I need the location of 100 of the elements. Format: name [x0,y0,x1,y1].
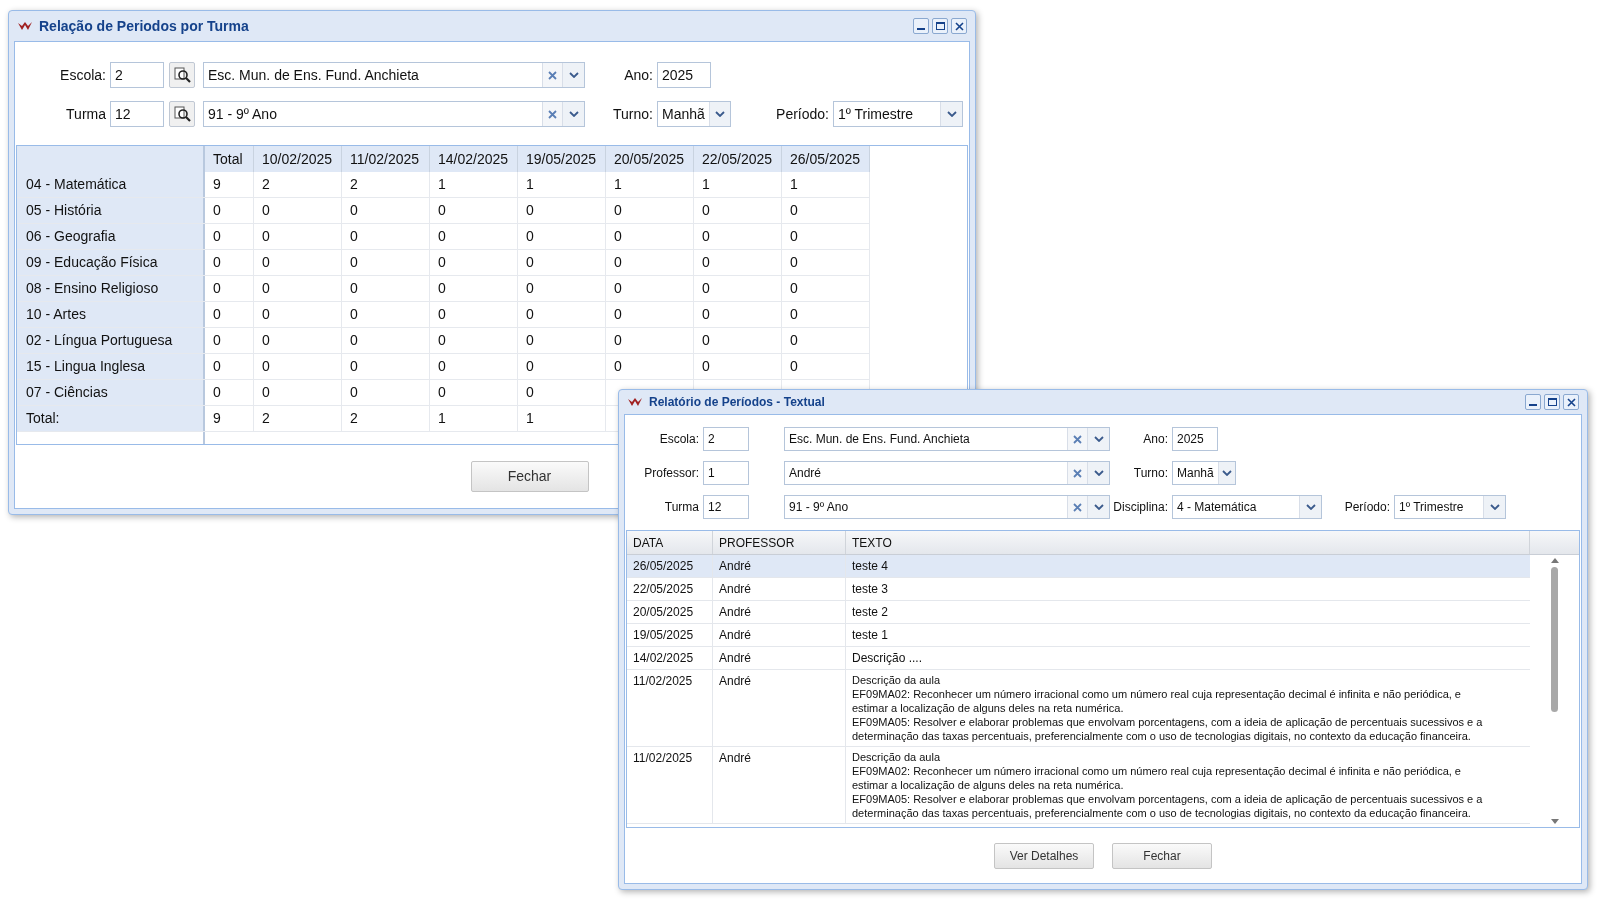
close-button[interactable] [951,18,967,34]
select-box[interactable]: 1º Trimestre [1394,495,1506,519]
table-cell: 2 [342,172,430,197]
text-line: teste 4 [852,558,890,574]
caret-down-icon [946,111,957,117]
table-row[interactable] [627,670,1530,747]
close-icon [1566,397,1576,407]
field-label: Ano: [623,65,654,85]
table-cell: 0 [205,250,254,275]
minimize-button[interactable] [913,18,929,34]
combo-box[interactable]: 91 - 9º Ano [784,495,1110,519]
text-field[interactable]: 12 [110,101,164,127]
caret-down-icon [568,111,579,117]
table-cell: 0 [518,354,606,379]
table-cell: 0 [694,276,782,301]
dialog-button[interactable]: Ver Detalhes [994,842,1094,869]
caret-down-icon [1305,504,1316,510]
table-cell: 0 [606,354,694,379]
combo-box[interactable]: André [784,461,1110,485]
table-cell: André [713,670,846,746]
table-cell: 0 [342,224,430,249]
text-field[interactable]: 1 [703,461,749,485]
search-button[interactable] [169,101,195,127]
select-box[interactable]: 1º Trimestre [833,101,963,127]
column-header: DATA [627,531,713,554]
table-cell: 0 [606,276,694,301]
caret-down-icon [1093,436,1104,442]
maximize-button[interactable] [932,18,948,34]
table-cell: 0 [782,224,870,249]
table-cell: 0 [430,302,518,327]
row-header: 02 - Língua Portuguesa [17,328,205,353]
text-field[interactable]: 12 [703,495,749,519]
table-cell: 0 [782,276,870,301]
text-field[interactable]: 2 [110,62,164,88]
field-label: Escola: [658,431,700,448]
maximize-button[interactable] [1544,394,1560,410]
table-cell: 0 [694,328,782,353]
table-cell: 0 [254,354,342,379]
text-line: teste 2 [852,604,890,620]
combo-box[interactable]: Esc. Mun. de Ens. Fund. Anchieta [784,427,1110,451]
table-cell: 0 [606,198,694,223]
text-line: estimar a localização de alguns deles na reta numérica. [852,701,1125,715]
column-header: 26/05/2025 [782,146,870,172]
scroll-up-icon [1550,557,1559,563]
table-cell: 22/05/2025 [627,578,713,600]
table-cell: 0 [782,302,870,327]
table-cell: 26/05/2025 [627,555,713,577]
text-line: EF09MA05: Resolver e elaborar problemas que envolvam porcentagens, com a ideia de aplicação de percentuais sucessivos e a [852,792,1484,806]
text-line: determinação das taxas percentuais, preferencialmente com o uso de tecnologias digitais, no contexto da educação financeira. [852,729,1472,743]
column-header: PROFESSOR [713,531,846,554]
text-field[interactable]: 2 [703,427,749,451]
clear-icon [548,70,557,80]
combo-box[interactable]: 91 - 9º Ano [203,101,585,127]
field-label: Turno: [1132,465,1169,482]
row-header: 05 - História [17,198,205,223]
dialog-button[interactable]: Fechar [1112,842,1212,869]
field-label: Turma [65,104,107,124]
search-button[interactable] [169,62,195,88]
table-row[interactable]: 14/02/2025 André Descrição .... [627,647,1530,670]
table-cell: 0 [606,224,694,249]
table-cell: 0 [254,328,342,353]
table-row[interactable]: 19/05/2025 André teste 1 [627,624,1530,647]
table-row[interactable]: 26/05/2025 André teste 4 [627,555,1530,578]
table-cell: 2 [254,172,342,197]
select-box[interactable]: Manhã [657,101,731,127]
text-field[interactable]: 2025 [1172,427,1218,451]
table-row[interactable]: 22/05/2025 André teste 3 [627,578,1530,601]
caret-down-icon [568,72,579,78]
scrollbar-thumb[interactable] [1551,567,1558,712]
text-field[interactable]: 2025 [657,62,711,88]
select-box[interactable]: 4 - Matemática [1172,495,1322,519]
table-cell: 0 [430,224,518,249]
table-cell: 0 [606,250,694,275]
table-cell: 0 [254,250,342,275]
table-cell: 0 [342,328,430,353]
column-header: 20/05/2025 [606,146,694,172]
close-icon [954,21,964,31]
row-header: 15 - Lingua Inglesa [17,354,205,379]
minimize-button[interactable] [1525,394,1541,410]
table-cell: 0 [606,328,694,353]
close-dialog-button[interactable]: Fechar [470,461,589,492]
column-header: 11/02/2025 [342,146,430,172]
table-cell: 20/05/2025 [627,601,713,623]
text-line: determinação das taxas percentuais, preferencialmente com o uso de tecnologias digitais, no contexto da educação financeira. [852,806,1472,820]
caret-down-icon [714,111,725,117]
table-row[interactable] [627,747,1530,824]
table-cell: 0 [205,380,254,405]
table-cell: 1 [782,172,870,197]
table-cell: 9 [205,406,254,431]
field-label: Turno: [612,104,654,124]
text-line: EF09MA05: Resolver e elaborar problemas que envolvam porcentagens, com a ideia de aplicação de percentuais sucessivos e a [852,715,1484,729]
table-cell: 0 [205,198,254,223]
table-row[interactable]: 20/05/2025 André teste 2 [627,601,1530,624]
select-box[interactable]: Manhã [1172,461,1236,485]
close-button[interactable] [1563,394,1579,410]
text-line: EF09MA02: Reconhecer um número irracional como um número real cuja representação decimal é infinita e não periódica, e [852,687,1462,701]
table-cell: André [713,747,846,823]
combo-box[interactable]: Esc. Mun. de Ens. Fund. Anchieta [203,62,585,88]
table-cell: 0 [342,198,430,223]
table-cell: 0 [518,276,606,301]
